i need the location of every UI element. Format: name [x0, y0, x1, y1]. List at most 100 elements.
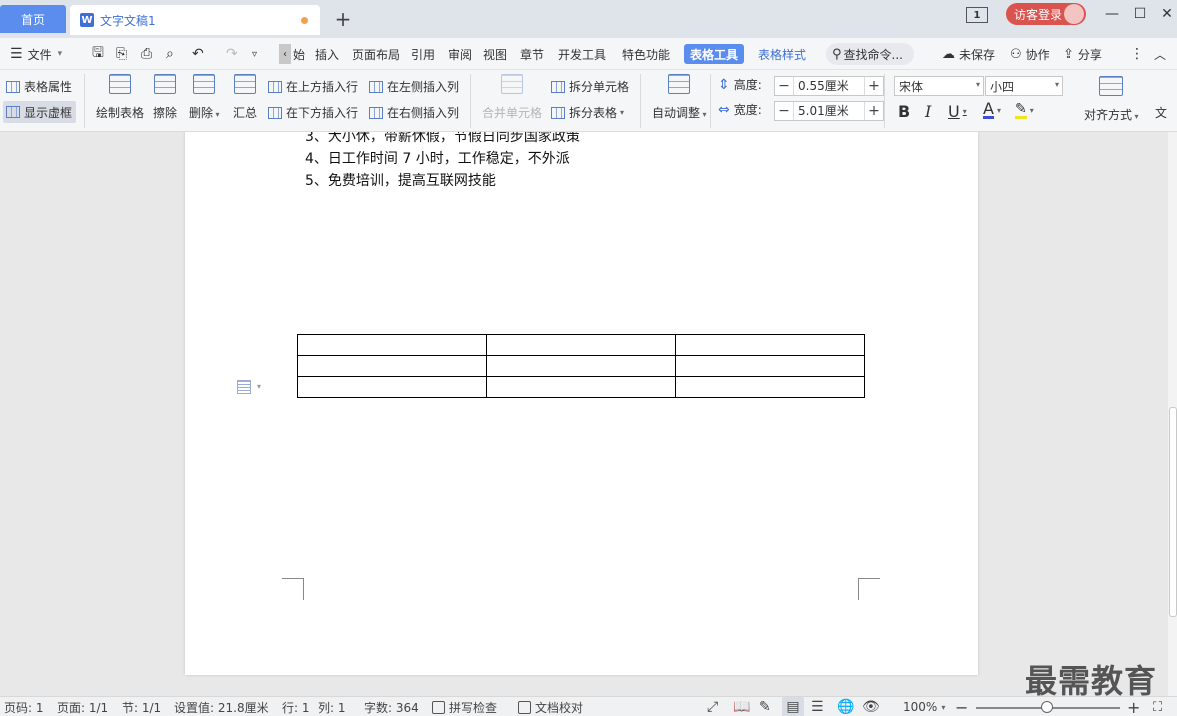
- read-mode-icon[interactable]: 📖: [733, 697, 750, 716]
- erase-button[interactable]: 擦除: [153, 74, 177, 121]
- row-height-value[interactable]: 0.55厘米: [793, 77, 865, 95]
- text-direction-button[interactable]: 文: [1155, 104, 1167, 121]
- tab-special[interactable]: 特色功能: [622, 38, 670, 70]
- spell-check-button[interactable]: 拼写检查: [432, 697, 497, 716]
- insert-row-above-button[interactable]: 在上方插入行: [268, 78, 358, 95]
- fit-page-icon[interactable]: ⛶: [1153, 697, 1162, 716]
- split-table-button[interactable]: 拆分表格 ▾: [551, 104, 624, 121]
- status-col[interactable]: 列: 1: [318, 697, 346, 716]
- table-cell[interactable]: [486, 334, 676, 356]
- status-position[interactable]: 设置值: 21.8厘米: [174, 697, 269, 716]
- tab-developer[interactable]: 开发工具: [558, 38, 606, 70]
- tab-home-ribbon[interactable]: 始: [293, 38, 305, 70]
- row-height-stepper[interactable]: − 0.55厘米 +: [774, 76, 884, 96]
- decrease-width-button[interactable]: −: [775, 102, 793, 120]
- status-pages[interactable]: 页面: 1/1: [57, 697, 108, 716]
- tab-table-style[interactable]: 表格样式: [758, 38, 806, 70]
- unsaved-button[interactable]: ☁ 未保存: [942, 38, 995, 70]
- fullscreen-icon[interactable]: ⤢: [707, 697, 718, 716]
- table-cell[interactable]: [486, 376, 676, 398]
- table-cell[interactable]: [675, 355, 865, 377]
- eye-protection-icon[interactable]: 👁: [862, 697, 880, 716]
- zoom-in-button[interactable]: +: [1127, 697, 1140, 716]
- chevron-down-icon[interactable]: ▾: [257, 382, 261, 391]
- col-width-stepper[interactable]: − 5.01厘米 +: [774, 101, 884, 121]
- auto-fit-button[interactable]: 自动调整 ▾: [652, 74, 707, 121]
- file-menu[interactable]: ☰ 文件 ▾: [10, 38, 62, 70]
- tab-page-layout[interactable]: 页面布局: [352, 38, 400, 70]
- decrease-height-button[interactable]: −: [775, 77, 793, 95]
- doc-line-5[interactable]: 5、免费培训，提高互联网技能: [305, 170, 496, 190]
- vertical-scrollbar[interactable]: [1168, 132, 1177, 696]
- tab-references[interactable]: 引用: [411, 38, 435, 70]
- table-cell[interactable]: [297, 355, 487, 377]
- summary-button[interactable]: 汇总: [233, 74, 257, 121]
- tab-document[interactable]: W 文字文稿1: [70, 5, 320, 35]
- guest-login-button[interactable]: 访客登录: [1006, 3, 1086, 25]
- insert-col-right-button[interactable]: 在右侧插入列: [369, 104, 459, 121]
- close-button[interactable]: ✕: [1157, 4, 1177, 24]
- tab-home[interactable]: 首页: [0, 5, 66, 33]
- table-cell[interactable]: [675, 334, 865, 356]
- doc-line-3[interactable]: 3、大小休，带薪休假，节假日同步国家政策: [305, 132, 580, 146]
- tab-insert[interactable]: 插入: [315, 38, 339, 70]
- draw-table-button[interactable]: 绘制表格: [96, 74, 144, 121]
- doc-line-4[interactable]: 4、日工作时间 7 小时，工作稳定，不外派: [305, 148, 570, 168]
- format-painter-icon[interactable]: ⎘: [116, 38, 127, 70]
- collaborate-button[interactable]: ⚇ 协作: [1010, 38, 1050, 70]
- print-icon[interactable]: ⎙: [141, 38, 152, 70]
- document-canvas[interactable]: 3、大小休，带薪休假，节假日同步国家政策 4、日工作时间 7 小时，工作稳定，不…: [0, 132, 1168, 696]
- bold-button[interactable]: B: [898, 102, 910, 121]
- tab-review[interactable]: 审阅: [448, 38, 472, 70]
- share-button[interactable]: ⇪ 分享: [1063, 38, 1102, 70]
- collapse-ribbon-icon[interactable]: ︿: [1154, 38, 1166, 70]
- status-section[interactable]: 节: 1/1: [122, 697, 161, 716]
- zoom-out-button[interactable]: −: [955, 697, 968, 716]
- document-page[interactable]: 3、大小休，带薪休假，节假日同步国家政策 4、日工作时间 7 小时，工作稳定，不…: [185, 132, 978, 675]
- zoom-level-select[interactable]: 100% ▾: [903, 697, 945, 716]
- print-preview-icon[interactable]: ⌕: [166, 38, 174, 70]
- proofread-button[interactable]: 文档校对: [518, 697, 583, 716]
- redo-icon[interactable]: ↷: [226, 38, 238, 70]
- web-view-icon[interactable]: 🌐: [837, 697, 854, 716]
- page-indicator-icon[interactable]: 1: [966, 7, 988, 23]
- increase-width-button[interactable]: +: [865, 102, 883, 120]
- highlight-button[interactable]: ✎ ▾: [1015, 102, 1034, 119]
- insert-col-left-button[interactable]: 在左侧插入列: [369, 78, 459, 95]
- page-view-icon[interactable]: ▤: [782, 697, 804, 716]
- paragraph-layout-icon[interactable]: [237, 380, 251, 394]
- scrollbar-thumb[interactable]: [1169, 407, 1177, 617]
- maximize-button[interactable]: ☐: [1130, 4, 1150, 24]
- status-row[interactable]: 行: 1: [282, 697, 310, 716]
- status-page-number[interactable]: 页码: 1: [4, 697, 44, 716]
- tab-table-tools[interactable]: 表格工具: [684, 44, 745, 64]
- table-cell[interactable]: [297, 334, 487, 356]
- underline-button[interactable]: U ▾: [948, 102, 967, 121]
- tab-view[interactable]: 视图: [483, 38, 507, 70]
- more-options-icon[interactable]: ⋮: [1130, 38, 1144, 70]
- col-width-value[interactable]: 5.01厘米: [793, 102, 865, 120]
- edit-mode-icon[interactable]: ✎: [759, 697, 771, 716]
- outline-view-icon[interactable]: ☰: [811, 697, 824, 716]
- delete-button[interactable]: 删除 ▾: [189, 74, 220, 121]
- table-cell[interactable]: [297, 376, 487, 398]
- zoom-slider-handle[interactable]: [1041, 701, 1053, 713]
- undo-icon[interactable]: ↶: [192, 38, 204, 70]
- table-cell[interactable]: [486, 355, 676, 377]
- save-icon[interactable]: 🖫: [92, 38, 104, 70]
- font-name-select[interactable]: 宋体 ▾: [894, 76, 984, 96]
- show-gridlines-button[interactable]: 显示虚框: [3, 101, 77, 123]
- merge-cells-button[interactable]: 合并单元格: [482, 74, 542, 121]
- split-cells-button[interactable]: 拆分单元格: [551, 78, 629, 95]
- status-word-count[interactable]: 字数: 364: [364, 697, 419, 716]
- italic-button[interactable]: I: [925, 102, 931, 121]
- font-size-select[interactable]: 小四 ▾: [985, 76, 1063, 96]
- increase-height-button[interactable]: +: [865, 77, 883, 95]
- tab-chapter[interactable]: 章节: [520, 38, 544, 70]
- scroll-left-icon[interactable]: ‹: [279, 44, 291, 64]
- document-table[interactable]: [297, 334, 865, 398]
- search-command-input[interactable]: ⚲ 查找命令...: [826, 43, 914, 65]
- insert-row-below-button[interactable]: 在下方插入行: [268, 104, 358, 121]
- table-cell[interactable]: [675, 376, 865, 398]
- font-color-button[interactable]: A ▾: [983, 101, 1001, 119]
